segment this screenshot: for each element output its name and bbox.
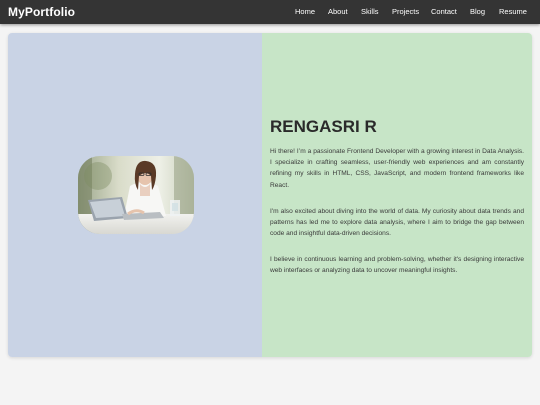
nav-link-blog[interactable]: Blog bbox=[470, 6, 485, 18]
nav-link-contact[interactable]: Contact bbox=[431, 6, 457, 18]
nav-link-about[interactable]: About bbox=[328, 6, 348, 18]
top-navbar: MyPortfolio Home About Skills Projects C… bbox=[0, 0, 540, 24]
profile-photo bbox=[78, 156, 194, 234]
brand-logo[interactable]: MyPortfolio bbox=[8, 4, 75, 20]
about-text-panel: RENGASRI R Hi there! I’m a passionate Fr… bbox=[262, 33, 532, 357]
about-paragraph-data: I'm also excited about diving into the w… bbox=[270, 208, 524, 238]
nav-link-projects[interactable]: Projects bbox=[392, 6, 419, 18]
about-name-heading: RENGASRI R bbox=[270, 117, 377, 136]
nav-link-home[interactable]: Home bbox=[295, 6, 315, 18]
about-paragraph-intro: Hi there! I’m a passionate Frontend Deve… bbox=[270, 148, 524, 189]
about-section: RENGASRI R Hi there! I’m a passionate Fr… bbox=[8, 33, 532, 357]
image-panel bbox=[8, 33, 262, 357]
nav-link-resume[interactable]: Resume bbox=[499, 6, 527, 18]
about-paragraph-learning: I believe in continuous learning and pro… bbox=[270, 256, 524, 275]
nav-link-skills[interactable]: Skills bbox=[361, 6, 379, 18]
